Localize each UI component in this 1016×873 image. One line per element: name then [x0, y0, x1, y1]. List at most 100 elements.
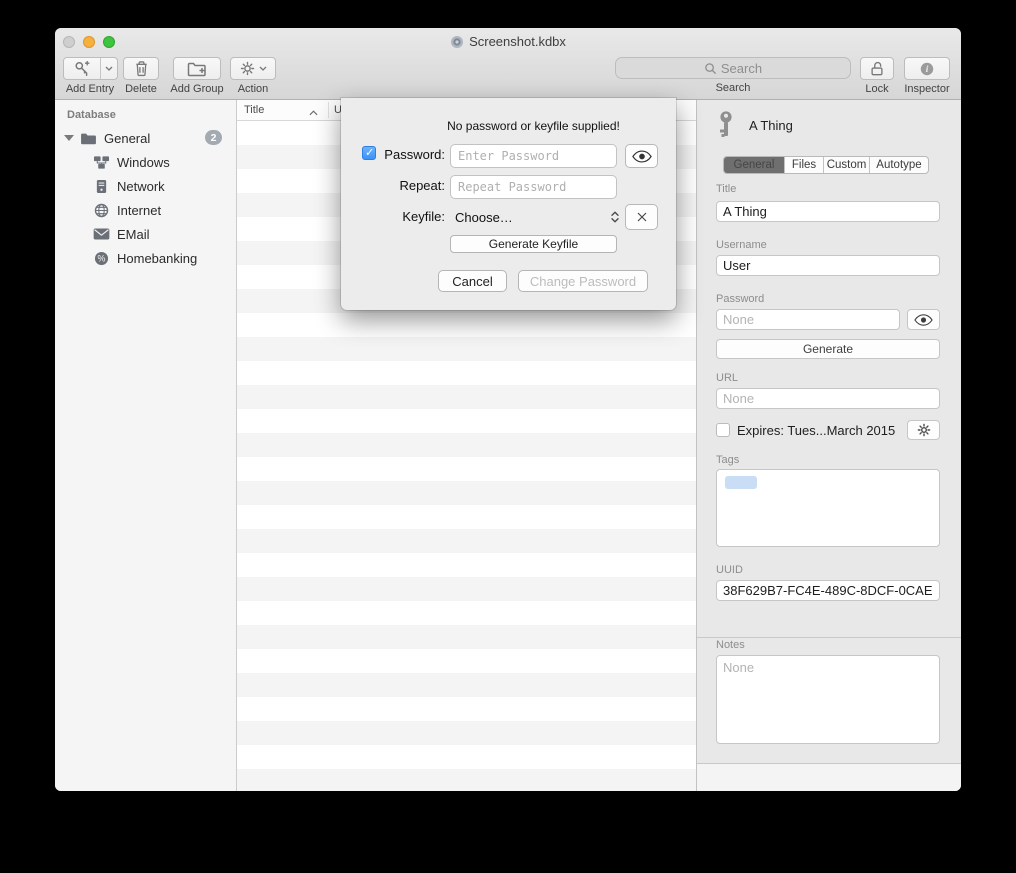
url-field-label: URL — [716, 372, 940, 384]
column-header-title[interactable]: Title — [237, 104, 264, 116]
expires-settings-button[interactable] — [907, 420, 940, 440]
folder-plus-icon — [187, 61, 207, 77]
chevron-down-icon — [259, 66, 267, 71]
repeat-password-input[interactable] — [450, 175, 617, 199]
lock-button[interactable] — [860, 57, 894, 80]
window-chrome: Screenshot.kdbx Add Entry Delete — [55, 28, 961, 100]
magnifier-icon — [704, 62, 717, 75]
keyfile-selected-value: Choose… — [455, 210, 513, 225]
inspector-button[interactable]: i — [904, 57, 950, 80]
username-field[interactable] — [716, 255, 940, 276]
tag-pill[interactable] — [725, 476, 757, 489]
sidebar-item-general[interactable]: General 2 — [55, 126, 236, 150]
add-entry-label: Add Entry — [66, 83, 114, 95]
disclosure-triangle-icon[interactable] — [64, 135, 74, 141]
search-placeholder: Search — [721, 61, 762, 76]
tab-files[interactable]: Files — [785, 157, 824, 173]
server-icon — [92, 178, 110, 194]
group-tree: General 2 Windows Network — [55, 126, 236, 270]
username-field-label: Username — [716, 239, 940, 251]
group-label: Windows — [117, 155, 170, 170]
password-field[interactable] — [716, 309, 900, 330]
group-label: EMail — [117, 227, 150, 242]
trash-icon — [134, 60, 149, 77]
notes-field[interactable] — [716, 655, 940, 744]
keyfile-popup-button[interactable]: Choose… — [450, 205, 620, 229]
inspector-panel: A Thing General Files Custom Autotype Ti… — [696, 100, 961, 791]
add-entry-button[interactable] — [63, 57, 118, 80]
entry-count-badge: 2 — [205, 130, 222, 145]
key-plus-icon[interactable] — [64, 58, 100, 79]
action-button[interactable] — [230, 57, 276, 80]
search-toolbar-item: Search Search — [615, 57, 851, 94]
inspector-label: Inspector — [904, 83, 949, 95]
action-label: Action — [238, 83, 269, 95]
popup-stepper-icon — [610, 209, 620, 228]
generate-keyfile-button[interactable]: Generate Keyfile — [450, 235, 617, 253]
password-label: Password: — [367, 147, 445, 162]
lock-toolbar-item: Lock — [858, 57, 896, 95]
enter-password-input[interactable] — [450, 144, 617, 168]
sidebar-item-homebanking[interactable]: % Homebanking — [55, 246, 236, 270]
search-label: Search — [716, 82, 751, 94]
dialog-message: No password or keyfile supplied! — [391, 119, 676, 133]
tags-field[interactable] — [716, 469, 940, 547]
add-group-button[interactable] — [173, 57, 221, 80]
inspector-footer — [697, 763, 961, 791]
delete-button[interactable] — [123, 57, 159, 80]
column-divider[interactable] — [328, 102, 329, 118]
entry-header: A Thing — [716, 108, 940, 142]
gear-icon — [917, 423, 931, 437]
window-title-area: Screenshot.kdbx — [55, 34, 961, 49]
sidebar-item-network[interactable]: Network — [55, 174, 236, 198]
generate-password-button[interactable]: Generate — [716, 339, 940, 359]
sidebar: Database General 2 Windows — [55, 100, 237, 791]
expires-label: Expires: Tues...March 2015 — [737, 423, 907, 438]
tab-custom[interactable]: Custom — [824, 157, 870, 173]
envelope-icon — [92, 226, 110, 242]
cancel-button[interactable]: Cancel — [438, 270, 507, 292]
password-field-label: Password — [716, 293, 940, 305]
title-field-label: Title — [716, 183, 940, 195]
tab-autotype[interactable]: Autotype — [870, 157, 928, 173]
entry-title: A Thing — [749, 118, 793, 133]
change-password-dialog: No password or keyfile supplied! Passwor… — [341, 98, 676, 310]
reveal-password-button[interactable] — [625, 144, 658, 168]
eye-icon — [914, 314, 933, 326]
clear-keyfile-button[interactable] — [625, 204, 658, 230]
window-title: Screenshot.kdbx — [469, 34, 566, 49]
sidebar-item-internet[interactable]: Internet — [55, 198, 236, 222]
inspector-tabs: General Files Custom Autotype — [723, 156, 929, 174]
globe-icon — [92, 202, 110, 218]
title-field[interactable] — [716, 201, 940, 222]
tab-general[interactable]: General — [724, 157, 785, 173]
percent-circle-icon: % — [92, 250, 110, 266]
url-field[interactable] — [716, 388, 940, 409]
change-password-button[interactable]: Change Password — [518, 270, 648, 292]
notes-field-label: Notes — [716, 639, 940, 651]
sidebar-item-email[interactable]: EMail — [55, 222, 236, 246]
sidebar-item-windows[interactable]: Windows — [55, 150, 236, 174]
delete-toolbar-item: Delete — [119, 57, 163, 95]
document-icon — [450, 35, 464, 49]
uuid-field[interactable] — [716, 580, 940, 601]
reveal-password-button[interactable] — [907, 309, 940, 330]
keyfile-label: Keyfile: — [367, 209, 445, 224]
add-group-toolbar-item: Add Group — [167, 57, 227, 95]
add-entry-dropdown-arrow[interactable] — [100, 58, 117, 79]
expires-checkbox[interactable] — [716, 423, 730, 437]
sort-ascending-icon — [309, 107, 318, 119]
add-group-label: Add Group — [170, 83, 223, 95]
svg-text:%: % — [97, 253, 105, 263]
workgroup-icon — [92, 154, 110, 170]
lock-label: Lock — [865, 83, 888, 95]
svg-text:i: i — [926, 65, 929, 75]
repeat-label: Repeat: — [367, 178, 445, 193]
uuid-field-label: UUID — [716, 564, 940, 576]
action-toolbar-item: Action — [227, 57, 279, 95]
key-icon — [716, 110, 736, 140]
search-input[interactable]: Search — [615, 57, 851, 79]
delete-label: Delete — [125, 83, 157, 95]
group-label: Internet — [117, 203, 161, 218]
chevron-down-icon — [105, 66, 113, 71]
